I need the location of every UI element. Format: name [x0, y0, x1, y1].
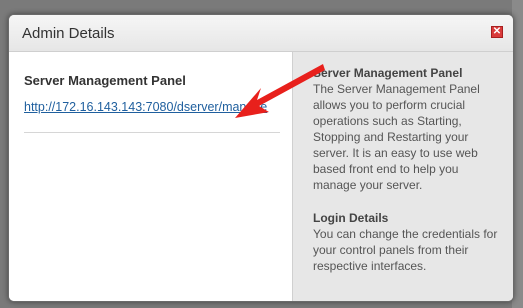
dialog-header: Admin Details ✕: [9, 15, 513, 52]
server-panel-info-body: The Server Management Panel allows you t…: [313, 82, 480, 192]
dialog-title: Admin Details: [22, 25, 115, 42]
server-panel-heading: Server Management Panel: [24, 73, 186, 88]
close-button[interactable]: ✕: [491, 26, 503, 38]
admin-details-dialog: Admin Details ✕ Server Management Panel …: [8, 14, 514, 302]
server-panel-info: Server Management Panel The Server Manag…: [313, 65, 505, 193]
login-details-heading: Login Details: [313, 211, 389, 225]
pointer-arrow-icon: [235, 64, 325, 118]
section-divider: [24, 132, 280, 133]
server-panel-info-heading: Server Management Panel: [313, 66, 463, 80]
login-details-info: Login Details You can change the credent…: [313, 210, 505, 274]
close-icon: ✕: [492, 26, 502, 37]
login-details-body: You can change the credentials for your …: [313, 227, 498, 273]
